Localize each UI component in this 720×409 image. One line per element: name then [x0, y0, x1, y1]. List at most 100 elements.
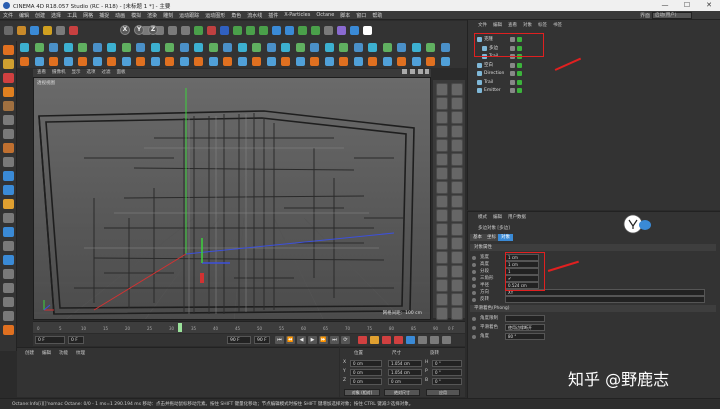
menu-item[interactable]: 插件: [268, 12, 278, 19]
end-frame-field[interactable]: 90 F: [227, 336, 251, 344]
attribute-anim-dot-icon[interactable]: [472, 276, 476, 281]
viewport-navigation-icons[interactable]: [400, 67, 430, 77]
left-palette-mode-icon[interactable]: [3, 297, 14, 307]
xparticles-toolbar-icon[interactable]: [223, 57, 232, 66]
side-tool-icon[interactable]: [451, 97, 463, 110]
side-tool-icon[interactable]: [436, 195, 448, 208]
xparticles-toolbar-icon[interactable]: [49, 57, 58, 66]
attribute-menu-item[interactable]: 模式: [478, 214, 487, 220]
side-tool-icon[interactable]: [451, 209, 463, 222]
current-frame-field[interactable]: 0 F: [68, 336, 84, 344]
plugin-toolbar-icon[interactable]: [49, 43, 58, 52]
phong-anim-dot-icon[interactable]: [472, 325, 476, 330]
xparticles-toolbar-icon[interactable]: [63, 57, 73, 66]
command-toolbar-icon[interactable]: [298, 26, 307, 35]
menu-item[interactable]: 网格: [83, 12, 93, 19]
plugin-toolbar-icon[interactable]: [266, 43, 276, 52]
attribute-anim-dot-icon[interactable]: [472, 290, 476, 295]
plugin-toolbar-icon[interactable]: [382, 43, 392, 52]
phong-value-field[interactable]: 80 °: [505, 333, 545, 340]
left-palette-mode-icon[interactable]: [3, 325, 14, 335]
axis-lock-z-icon[interactable]: Z: [148, 25, 158, 35]
side-tool-icon[interactable]: [436, 111, 448, 124]
xparticles-toolbar-icon[interactable]: [281, 57, 290, 66]
left-palette-mode-icon[interactable]: [3, 255, 14, 265]
command-toolbar-icon[interactable]: [220, 26, 229, 35]
coords-size-field[interactable]: 1.054 cm: [388, 360, 422, 367]
object-name[interactable]: Trail: [484, 79, 493, 86]
phong-value-field[interactable]: [505, 315, 545, 322]
object-visibility-toggle[interactable]: [510, 71, 515, 76]
left-palette-mode-icon[interactable]: [3, 143, 14, 153]
attribute-anim-dot-icon[interactable]: [472, 262, 476, 267]
coords-size-mode-button[interactable]: 绝对尺寸: [384, 389, 420, 396]
left-palette-mode-icon[interactable]: [3, 311, 14, 321]
left-palette-mode-icon[interactable]: [3, 45, 14, 55]
transport-button[interactable]: ▶: [308, 336, 317, 344]
object-name[interactable]: 空白: [484, 62, 493, 69]
menu-item[interactable]: 动画: [115, 12, 125, 19]
plugin-toolbar-icon[interactable]: [20, 43, 29, 52]
left-palette-mode-icon[interactable]: [3, 185, 14, 195]
menu-item[interactable]: 捕捉: [99, 12, 109, 19]
command-toolbar-icon[interactable]: [207, 26, 216, 35]
command-toolbar-icon[interactable]: [43, 26, 52, 35]
plugin-toolbar-icon[interactable]: [324, 43, 334, 52]
plugin-toolbar-icon[interactable]: [223, 43, 232, 52]
object-name[interactable]: Direction: [484, 70, 504, 77]
start-frame-field[interactable]: 0 F: [35, 336, 65, 344]
xparticles-toolbar-icon[interactable]: [252, 57, 261, 66]
transport-button[interactable]: ◀: [297, 336, 306, 344]
command-toolbar-icon[interactable]: [69, 26, 78, 35]
coords-mode-button[interactable]: 对象 (相对): [344, 389, 380, 396]
xparticles-toolbar-icon[interactable]: [324, 57, 334, 66]
plugin-toolbar-icon[interactable]: [107, 43, 116, 52]
xparticles-toolbar-icon[interactable]: [237, 57, 247, 66]
command-toolbar-icon[interactable]: [30, 26, 39, 35]
side-tool-icon[interactable]: [451, 251, 463, 264]
plugin-toolbar-icon[interactable]: [426, 43, 435, 52]
xparticles-toolbar-icon[interactable]: [295, 57, 305, 66]
object-visibility-toggle[interactable]: [510, 62, 515, 68]
left-palette-mode-icon[interactable]: [3, 115, 14, 125]
command-toolbar-icon[interactable]: [181, 26, 190, 35]
axis-lock-x-icon[interactable]: X: [120, 25, 130, 35]
xparticles-toolbar-icon[interactable]: [165, 57, 174, 66]
side-tool-icon[interactable]: [451, 279, 463, 292]
viewport-menu-item[interactable]: 过滤: [102, 69, 111, 77]
left-palette-mode-icon[interactable]: [3, 73, 14, 83]
coords-size-field[interactable]: 1.054 cm: [388, 369, 422, 376]
command-toolbar-icon[interactable]: [350, 26, 359, 35]
material-menu-item[interactable]: 创建: [25, 350, 34, 356]
coords-position-field[interactable]: 0 cm: [350, 378, 382, 385]
xparticles-toolbar-icon[interactable]: [20, 57, 29, 66]
menu-item[interactable]: 角色: [231, 12, 241, 19]
plugin-toolbar-icon[interactable]: [78, 43, 87, 52]
phong-anim-dot-icon[interactable]: [472, 316, 476, 321]
side-tool-icon[interactable]: [451, 237, 463, 250]
menu-item[interactable]: 文件: [3, 12, 13, 19]
command-toolbar-icon[interactable]: [17, 26, 26, 35]
coords-rotation-field[interactable]: 0 °: [432, 378, 462, 385]
plugin-toolbar-icon[interactable]: [397, 43, 406, 52]
menu-item[interactable]: Octane: [316, 12, 334, 19]
object-row[interactable]: Emitter: [476, 87, 716, 94]
xparticles-toolbar-icon[interactable]: [339, 57, 348, 66]
attribute-tab[interactable]: 坐标: [484, 234, 499, 241]
attribute-anim-dot-icon[interactable]: [472, 255, 476, 260]
perspective-viewport[interactable]: 透视视图 网格间距：100 cm: [33, 77, 431, 320]
xparticles-toolbar-icon[interactable]: [368, 57, 377, 66]
side-tool-icon[interactable]: [451, 167, 463, 180]
xparticles-toolbar-icon[interactable]: [121, 57, 131, 66]
viewport-menu-item[interactable]: 查看: [37, 69, 46, 77]
menu-item[interactable]: 运动跟踪: [179, 12, 199, 19]
xparticles-toolbar-icon[interactable]: [426, 57, 435, 66]
plugin-toolbar-icon[interactable]: [368, 43, 377, 52]
side-tool-icon[interactable]: [451, 265, 463, 278]
object-name[interactable]: Emitter: [484, 87, 501, 94]
object-row[interactable]: Trail: [476, 79, 716, 86]
command-toolbar-icon[interactable]: [194, 26, 203, 35]
maximize-button[interactable]: ☐: [676, 0, 698, 11]
left-palette-mode-icon[interactable]: [3, 129, 14, 139]
transport-button[interactable]: ⏮: [275, 336, 284, 344]
